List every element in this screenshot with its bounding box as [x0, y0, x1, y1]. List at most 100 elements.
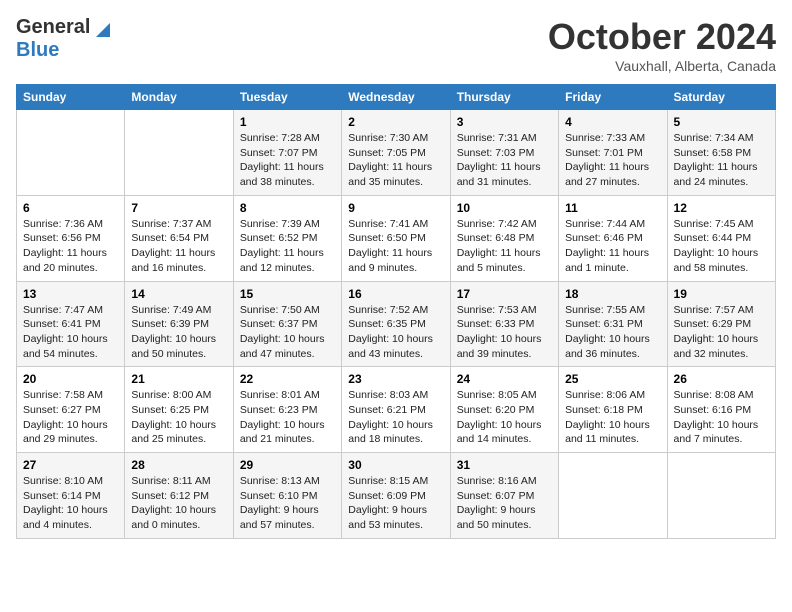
calendar-cell-w4-d7: 26Sunrise: 8:08 AMSunset: 6:16 PMDayligh…: [667, 367, 775, 453]
col-tuesday: Tuesday: [233, 85, 341, 110]
col-sunday: Sunday: [17, 85, 125, 110]
calendar-cell-w2-d5: 10 Sunrise: 7:42 AMSunset: 6:48 PMDayligh…: [450, 195, 558, 281]
day-number: 11: [565, 201, 660, 215]
calendar-cell-w1-d1: [17, 110, 125, 196]
calendar-table: Sunday Monday Tuesday Wednesday Thursday…: [16, 84, 776, 539]
day-content: Sunrise: 7:45 AMSunset: 6:44 PMDaylight:…: [674, 217, 769, 276]
day-number: 20: [23, 372, 118, 386]
day-content: Sunrise: 7:31 AMSunset: 7:03 PMDaylight:…: [457, 131, 552, 190]
calendar-cell-w1-d4: 2 Sunrise: 7:30 AMSunset: 7:05 PMDaylight…: [342, 110, 450, 196]
month-title: October 2024: [548, 16, 776, 58]
calendar-cell-w3-d2: 14 Sunrise: 7:49 AMSunset: 6:39 PMDayligh…: [125, 281, 233, 367]
day-content: Sunrise: 7:55 AMSunset: 6:31 PMDaylight:…: [565, 303, 660, 362]
day-content: Sunrise: 7:37 AMSunset: 6:54 PMDaylight:…: [131, 217, 226, 276]
day-number: 18: [565, 287, 660, 301]
day-content: Sunrise: 7:53 AMSunset: 6:33 PMDaylight:…: [457, 303, 552, 362]
day-number: 6: [23, 201, 118, 215]
day-number: 30: [348, 458, 443, 472]
day-content: Sunrise: 7:57 AMSunset: 6:29 PMDaylight:…: [674, 303, 769, 362]
calendar-cell-w5-d3: 29Sunrise: 8:13 AMSunset: 6:10 PMDayligh…: [233, 453, 341, 539]
day-content: Sunrise: 7:33 AMSunset: 7:01 PMDaylight:…: [565, 131, 660, 190]
day-content: Sunrise: 8:08 AMSunset: 6:16 PMDaylight:…: [674, 388, 769, 447]
calendar-cell-w5-d4: 30 Sunrise: 8:15 AMSunset: 6:09 PMDayligh…: [342, 453, 450, 539]
day-number: 14: [131, 287, 226, 301]
calendar-cell-w2-d4: 9 Sunrise: 7:41 AMSunset: 6:50 PMDaylight…: [342, 195, 450, 281]
day-content: Sunrise: 8:03 AMSunset: 6:21 PMDaylight:…: [348, 388, 443, 447]
page-header: General Blue October 2024 Vauxhall, Albe…: [16, 16, 776, 74]
col-monday: Monday: [125, 85, 233, 110]
day-content: Sunrise: 7:39 AMSunset: 6:52 PMDaylight:…: [240, 217, 335, 276]
calendar-cell-w2-d6: 11 Sunrise: 7:44 AMSunset: 6:46 PMDayligh…: [559, 195, 667, 281]
day-number: 23: [348, 372, 443, 386]
day-number: 24: [457, 372, 552, 386]
calendar-cell-w4-d5: 24 Sunrise: 8:05 AMSunset: 6:20 PMDayligh…: [450, 367, 558, 453]
day-number: 27: [23, 458, 118, 472]
col-friday: Friday: [559, 85, 667, 110]
day-number: 1: [240, 115, 335, 129]
title-area: October 2024 Vauxhall, Alberta, Canada: [548, 16, 776, 74]
calendar-cell-w4-d2: 21 Sunrise: 8:00 AMSunset: 6:25 PMDayligh…: [125, 367, 233, 453]
calendar-cell-w1-d3: 1Sunrise: 7:28 AMSunset: 7:07 PMDaylight…: [233, 110, 341, 196]
day-content: Sunrise: 8:10 AMSunset: 6:14 PMDaylight:…: [23, 474, 118, 533]
day-content: Sunrise: 8:15 AMSunset: 6:09 PMDaylight:…: [348, 474, 443, 533]
calendar-cell-w2-d2: 7 Sunrise: 7:37 AMSunset: 6:54 PMDaylight…: [125, 195, 233, 281]
day-number: 7: [131, 201, 226, 215]
calendar-week-3: 13 Sunrise: 7:47 AMSunset: 6:41 PMDayligh…: [17, 281, 776, 367]
calendar-cell-w1-d2: [125, 110, 233, 196]
day-content: Sunrise: 8:06 AMSunset: 6:18 PMDaylight:…: [565, 388, 660, 447]
calendar-cell-w2-d3: 8Sunrise: 7:39 AMSunset: 6:52 PMDaylight…: [233, 195, 341, 281]
calendar-cell-w1-d7: 5Sunrise: 7:34 AMSunset: 6:58 PMDaylight…: [667, 110, 775, 196]
day-number: 4: [565, 115, 660, 129]
day-content: Sunrise: 7:30 AMSunset: 7:05 PMDaylight:…: [348, 131, 443, 190]
day-content: Sunrise: 8:05 AMSunset: 6:20 PMDaylight:…: [457, 388, 552, 447]
day-number: 21: [131, 372, 226, 386]
day-content: Sunrise: 7:47 AMSunset: 6:41 PMDaylight:…: [23, 303, 118, 362]
calendar-cell-w5-d7: [667, 453, 775, 539]
col-wednesday: Wednesday: [342, 85, 450, 110]
day-number: 10: [457, 201, 552, 215]
location: Vauxhall, Alberta, Canada: [548, 58, 776, 74]
day-number: 28: [131, 458, 226, 472]
day-content: Sunrise: 8:16 AMSunset: 6:07 PMDaylight:…: [457, 474, 552, 533]
calendar-cell-w5-d2: 28 Sunrise: 8:11 AMSunset: 6:12 PMDayligh…: [125, 453, 233, 539]
calendar-cell-w4-d1: 20Sunrise: 7:58 AMSunset: 6:27 PMDayligh…: [17, 367, 125, 453]
day-content: Sunrise: 7:42 AMSunset: 6:48 PMDaylight:…: [457, 217, 552, 276]
day-content: Sunrise: 7:52 AMSunset: 6:35 PMDaylight:…: [348, 303, 443, 362]
day-content: Sunrise: 7:44 AMSunset: 6:46 PMDaylight:…: [565, 217, 660, 276]
day-content: Sunrise: 7:49 AMSunset: 6:39 PMDaylight:…: [131, 303, 226, 362]
day-content: Sunrise: 8:13 AMSunset: 6:10 PMDaylight:…: [240, 474, 335, 533]
col-thursday: Thursday: [450, 85, 558, 110]
day-content: Sunrise: 7:36 AMSunset: 6:56 PMDaylight:…: [23, 217, 118, 276]
day-number: 9: [348, 201, 443, 215]
day-number: 5: [674, 115, 769, 129]
calendar-cell-w3-d3: 15 Sunrise: 7:50 AMSunset: 6:37 PMDayligh…: [233, 281, 341, 367]
day-content: Sunrise: 7:50 AMSunset: 6:37 PMDaylight:…: [240, 303, 335, 362]
calendar-cell-w4-d4: 23 Sunrise: 8:03 AMSunset: 6:21 PMDayligh…: [342, 367, 450, 453]
col-saturday: Saturday: [667, 85, 775, 110]
day-number: 19: [674, 287, 769, 301]
calendar-week-2: 6 Sunrise: 7:36 AMSunset: 6:56 PMDaylight…: [17, 195, 776, 281]
day-number: 12: [674, 201, 769, 215]
day-number: 16: [348, 287, 443, 301]
calendar-cell-w3-d7: 19 Sunrise: 7:57 AMSunset: 6:29 PMDayligh…: [667, 281, 775, 367]
calendar-cell-w2-d7: 12 Sunrise: 7:45 AMSunset: 6:44 PMDayligh…: [667, 195, 775, 281]
calendar-cell-w3-d5: 17Sunrise: 7:53 AMSunset: 6:33 PMDayligh…: [450, 281, 558, 367]
calendar-week-5: 27 Sunrise: 8:10 AMSunset: 6:14 PMDayligh…: [17, 453, 776, 539]
calendar-cell-w4-d6: 25Sunrise: 8:06 AMSunset: 6:18 PMDayligh…: [559, 367, 667, 453]
day-content: Sunrise: 8:00 AMSunset: 6:25 PMDaylight:…: [131, 388, 226, 447]
day-content: Sunrise: 8:11 AMSunset: 6:12 PMDaylight:…: [131, 474, 226, 533]
calendar-cell-w5-d6: [559, 453, 667, 539]
day-number: 13: [23, 287, 118, 301]
day-content: Sunrise: 8:01 AMSunset: 6:23 PMDaylight:…: [240, 388, 335, 447]
calendar-cell-w2-d1: 6 Sunrise: 7:36 AMSunset: 6:56 PMDaylight…: [17, 195, 125, 281]
day-number: 15: [240, 287, 335, 301]
logo-triangle-icon: [92, 17, 114, 39]
logo-general-text: General: [16, 16, 90, 39]
calendar-cell-w4-d3: 22Sunrise: 8:01 AMSunset: 6:23 PMDayligh…: [233, 367, 341, 453]
calendar-header-row: Sunday Monday Tuesday Wednesday Thursday…: [17, 85, 776, 110]
day-number: 2: [348, 115, 443, 129]
calendar-cell-w3-d1: 13 Sunrise: 7:47 AMSunset: 6:41 PMDayligh…: [17, 281, 125, 367]
calendar-cell-w3-d6: 18 Sunrise: 7:55 AMSunset: 6:31 PMDayligh…: [559, 281, 667, 367]
day-content: Sunrise: 7:41 AMSunset: 6:50 PMDaylight:…: [348, 217, 443, 276]
calendar-cell-w1-d6: 4 Sunrise: 7:33 AMSunset: 7:01 PMDaylight…: [559, 110, 667, 196]
